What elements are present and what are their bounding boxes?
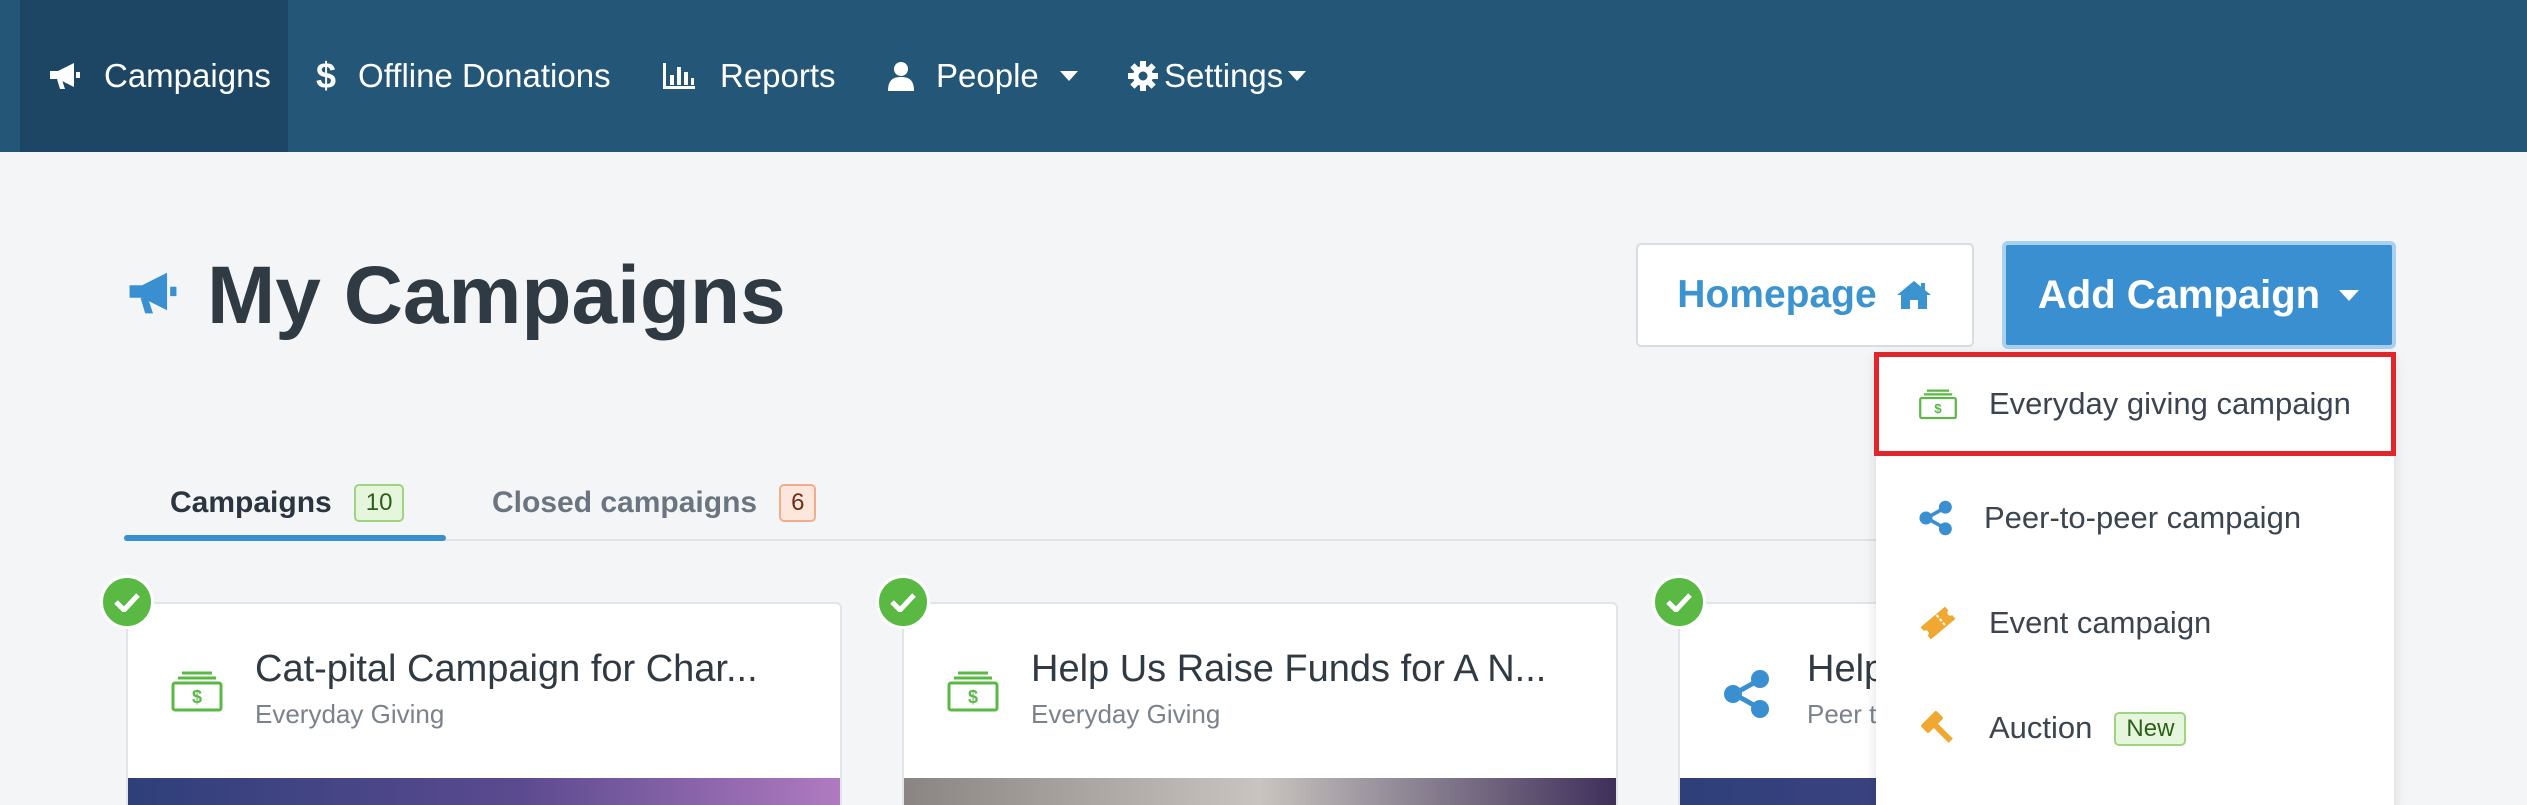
svg-text:$: $ bbox=[1934, 401, 1942, 416]
check-icon bbox=[100, 575, 154, 629]
menu-item-everyday-giving[interactable]: $ Everyday giving campaign bbox=[1874, 352, 2396, 456]
homepage-button[interactable]: Homepage bbox=[1636, 243, 1974, 347]
chevron-down-icon bbox=[1288, 71, 1307, 81]
gear-icon bbox=[1128, 61, 1158, 91]
nav-people[interactable]: People bbox=[888, 0, 1079, 152]
campaign-type: Everyday Giving bbox=[255, 699, 445, 729]
tab-campaigns[interactable]: Campaigns 10 bbox=[170, 465, 405, 541]
chevron-down-icon bbox=[1059, 71, 1078, 81]
campaign-title: Help bbox=[1807, 648, 1886, 690]
homepage-button-label: Homepage bbox=[1677, 273, 1877, 316]
active-tab-indicator bbox=[124, 535, 446, 541]
campaign-image bbox=[128, 778, 840, 805]
nav-reports[interactable]: Reports bbox=[662, 0, 836, 152]
megaphone-icon bbox=[129, 272, 177, 314]
user-icon bbox=[888, 62, 914, 91]
nav-reports-label: Reports bbox=[720, 57, 836, 94]
campaign-title: Cat-pital Campaign for Char... bbox=[255, 648, 758, 690]
auction-label: Auction bbox=[1989, 709, 2093, 745]
campaign-title: Help Us Raise Funds for A N... bbox=[1031, 648, 1547, 690]
chevron-down-icon bbox=[2339, 289, 2360, 301]
nav-people-label: People bbox=[936, 57, 1039, 94]
menu-item-label: Everyday giving campaign bbox=[1989, 386, 2351, 421]
menu-item-label: Peer-to-peer campaign bbox=[1984, 500, 2302, 535]
nav-campaigns[interactable]: Campaigns bbox=[20, 0, 288, 152]
nav-settings-label: Settings bbox=[1164, 57, 1284, 94]
share-icon bbox=[1724, 670, 1769, 718]
nav-settings[interactable]: Settings bbox=[1128, 0, 1307, 152]
cash-icon: $ bbox=[1919, 389, 1957, 420]
menu-item-event[interactable]: Event campaign bbox=[1876, 583, 2394, 663]
page-title: My Campaigns bbox=[207, 250, 786, 341]
megaphone-icon bbox=[50, 63, 80, 89]
tab-campaigns-label: Campaigns bbox=[170, 486, 332, 519]
new-badge: New bbox=[2114, 712, 2187, 747]
check-icon bbox=[876, 575, 930, 629]
add-campaign-button[interactable]: Add Campaign bbox=[2002, 241, 2396, 349]
campaign-image bbox=[904, 778, 1616, 805]
dollar-icon: $ bbox=[316, 55, 337, 96]
gavel-icon bbox=[1921, 711, 1953, 743]
nav-offline-donations-label: Offline Donations bbox=[358, 57, 611, 94]
menu-item-label: Auction New bbox=[1989, 709, 2187, 747]
bar-chart-icon bbox=[663, 63, 695, 89]
check-icon bbox=[1652, 575, 1706, 629]
campaign-type: Everyday Giving bbox=[1031, 699, 1221, 729]
svg-text:$: $ bbox=[192, 687, 202, 707]
campaign-card[interactable]: $ Help Us Raise Funds for A N... Everyda… bbox=[902, 602, 1618, 805]
campaigns-count-badge: 10 bbox=[353, 484, 405, 522]
cash-icon: $ bbox=[171, 671, 223, 712]
nav-campaigns-label: Campaigns bbox=[104, 57, 271, 94]
ticket-icon bbox=[1920, 606, 1956, 640]
closed-count-badge: 6 bbox=[779, 484, 817, 522]
cash-icon: $ bbox=[947, 671, 999, 712]
menu-item-label: Event campaign bbox=[1989, 605, 2212, 640]
menu-item-peer-to-peer[interactable]: Peer-to-peer campaign bbox=[1876, 478, 2394, 558]
home-icon bbox=[1896, 281, 1931, 309]
add-campaign-button-label: Add Campaign bbox=[2037, 272, 2321, 317]
menu-item-auction[interactable]: Auction New bbox=[1876, 688, 2394, 768]
tab-closed-campaigns[interactable]: Closed campaigns 6 bbox=[492, 465, 817, 541]
svg-text:$: $ bbox=[968, 687, 978, 707]
nav-offline-donations[interactable]: $ Offline Donations bbox=[316, 0, 611, 152]
share-icon bbox=[1919, 500, 1952, 536]
campaign-card[interactable]: $ Cat-pital Campaign for Char... Everyda… bbox=[126, 602, 842, 805]
tab-closed-campaigns-label: Closed campaigns bbox=[492, 486, 758, 519]
top-navigation: Campaigns $ Offline Donations Reports Pe… bbox=[0, 0, 2527, 152]
add-campaign-dropdown: $ Everyday giving campaign Peer-to-peer … bbox=[1874, 352, 2396, 805]
